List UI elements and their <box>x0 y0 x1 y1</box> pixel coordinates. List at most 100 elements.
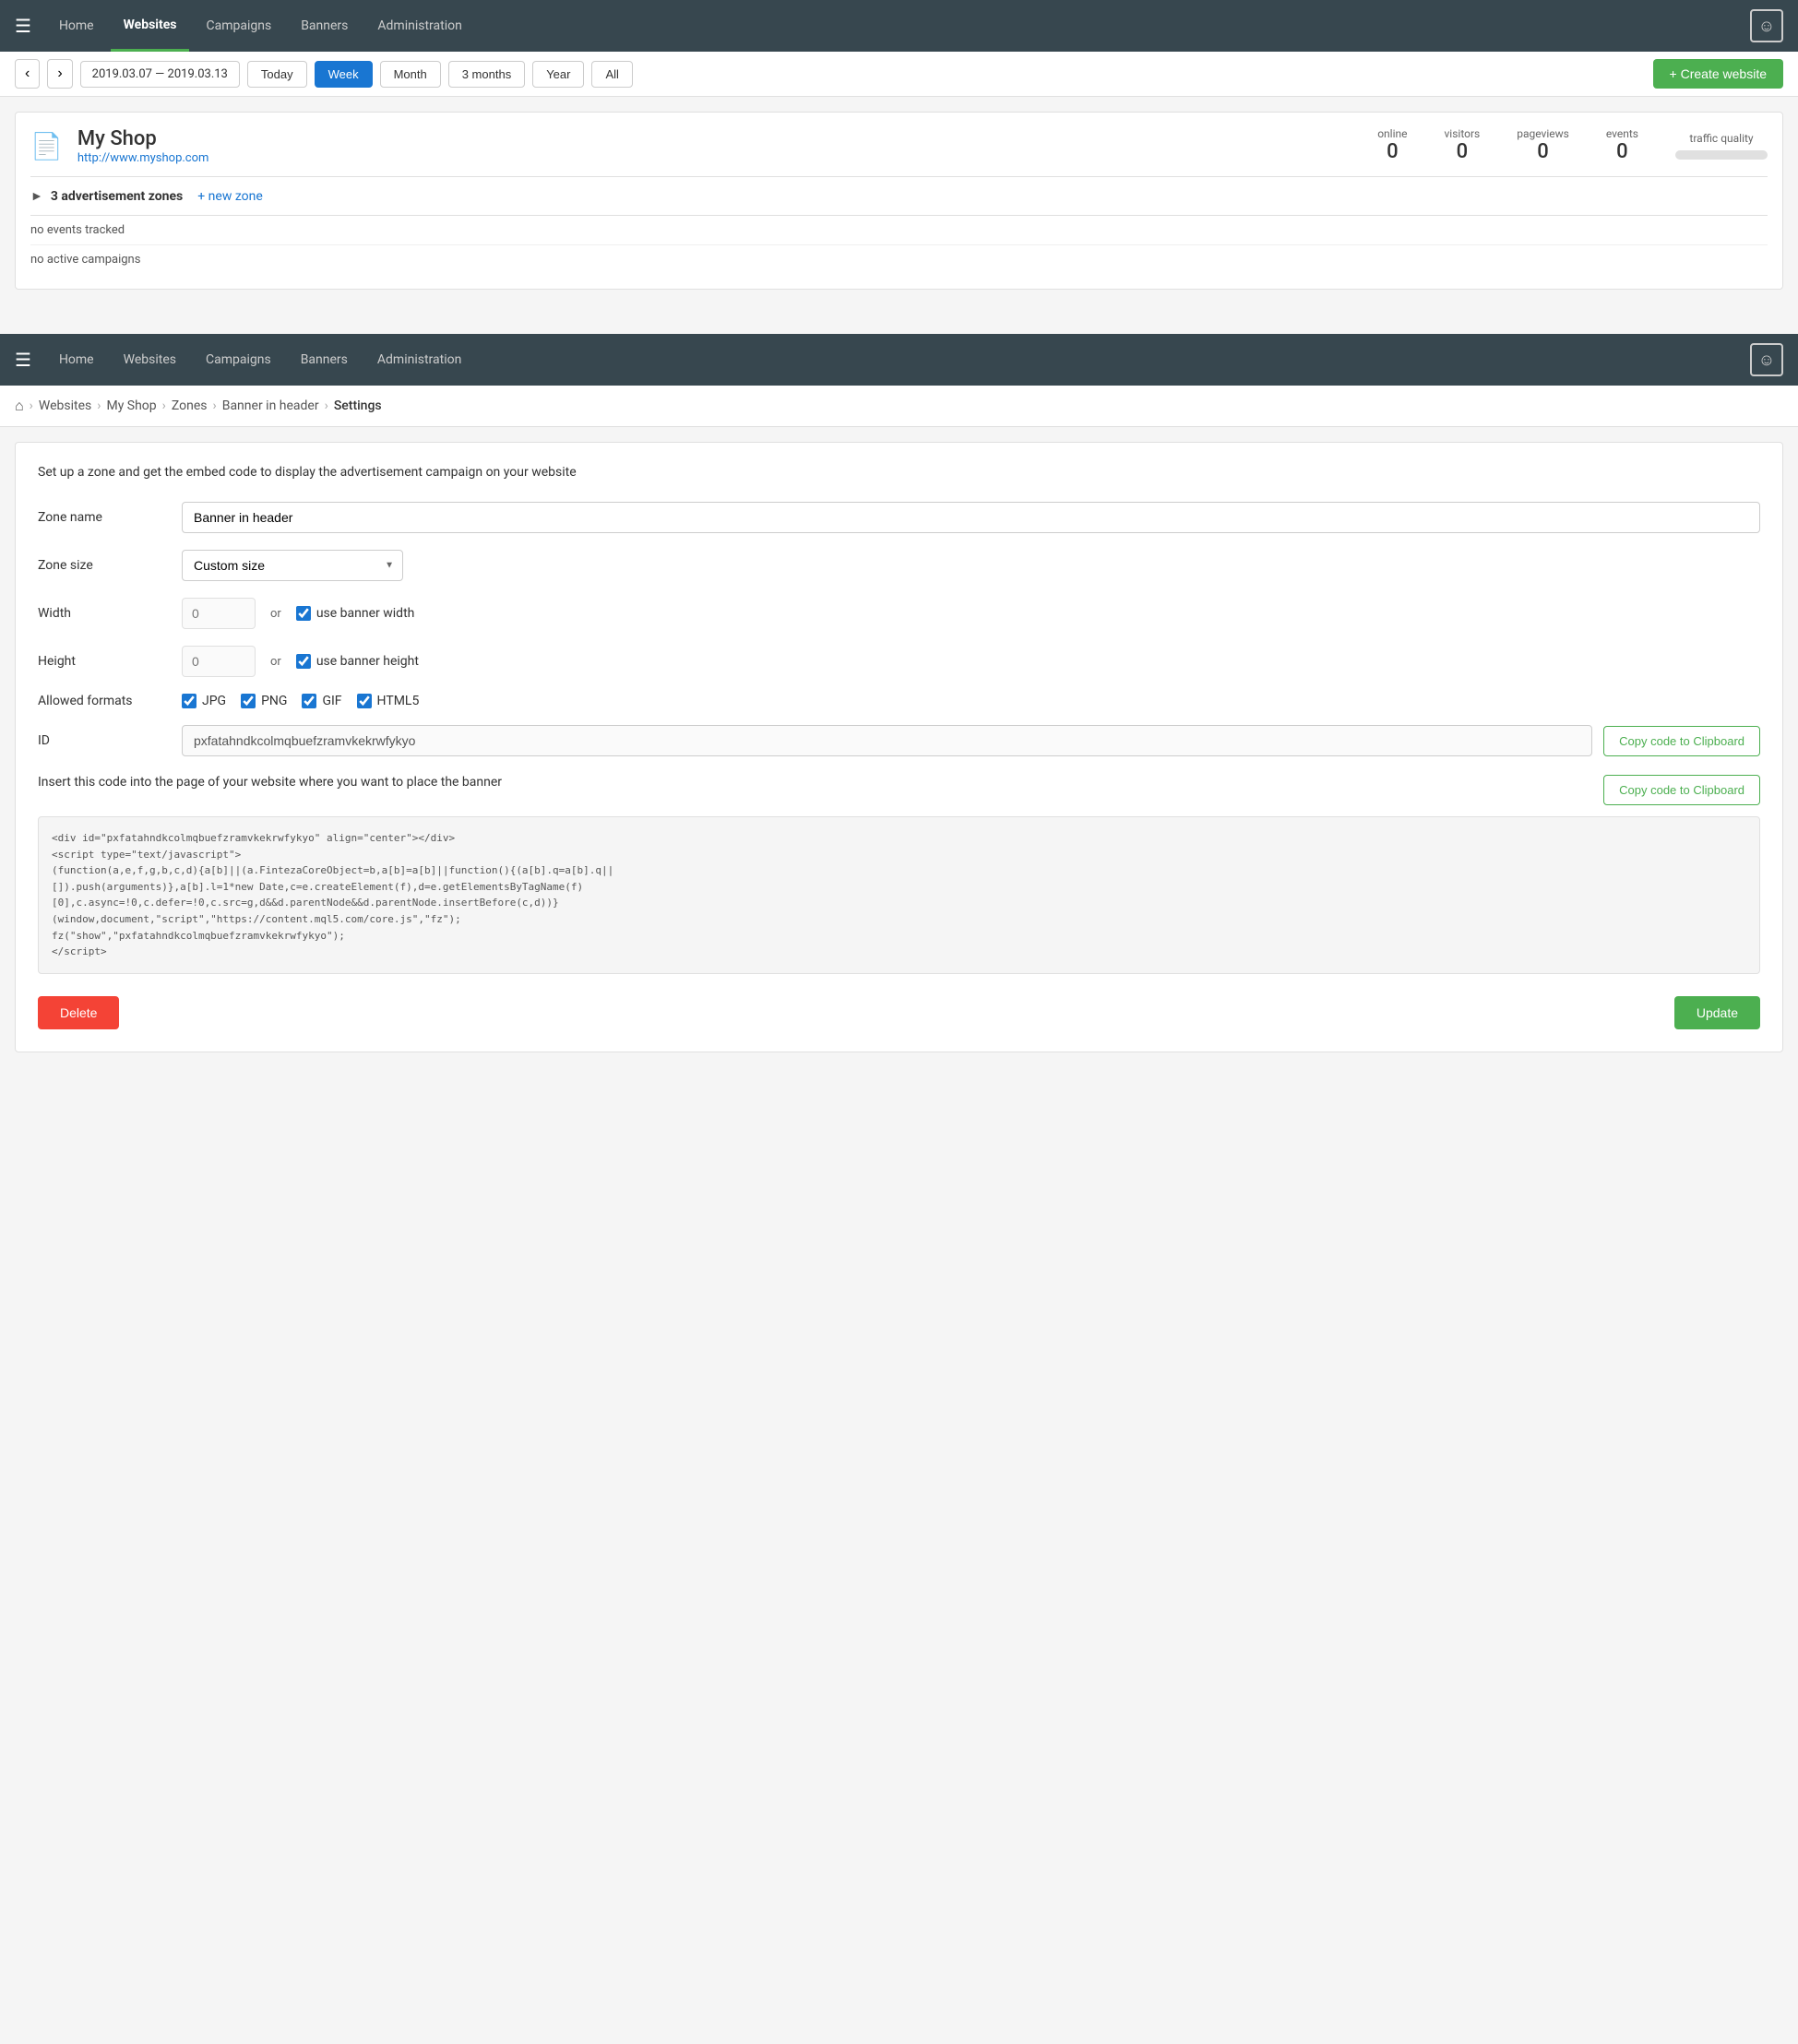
second-nav-links: Home Websites Campaigns Banners Administ… <box>46 336 1750 384</box>
settings-description: Set up a zone and get the embed code to … <box>38 465 1760 480</box>
menu-icon[interactable]: ☰ <box>15 15 31 37</box>
nav-home[interactable]: Home <box>46 2 107 50</box>
three-months-button[interactable]: 3 months <box>448 61 525 88</box>
user-icon[interactable]: ☺ <box>1750 9 1783 42</box>
no-events-row: no events tracked <box>30 216 1768 245</box>
settings-section: ☰ Home Websites Campaigns Banners Admini… <box>0 334 1798 1052</box>
delete-button[interactable]: Delete <box>38 996 119 1029</box>
id-label: ID <box>38 733 167 748</box>
jpg-checkbox[interactable] <box>182 694 196 708</box>
second-nav-websites[interactable]: Websites <box>111 336 189 384</box>
code-header: Insert this code into the page of your w… <box>38 775 1760 805</box>
events-label: events <box>1606 127 1638 140</box>
breadcrumb-websites[interactable]: Websites <box>39 398 91 413</box>
create-website-button[interactable]: + Create website <box>1653 59 1783 89</box>
nav-banners[interactable]: Banners <box>288 2 361 50</box>
sep3: › <box>162 398 166 413</box>
year-button[interactable]: Year <box>532 61 584 88</box>
today-button[interactable]: Today <box>247 61 307 88</box>
second-menu-icon[interactable]: ☰ <box>15 349 31 371</box>
zone-name-label: Zone name <box>38 510 167 525</box>
zone-size-select-wrapper: Custom size Standard size <box>182 550 403 581</box>
breadcrumb-myshop[interactable]: My Shop <box>106 398 156 413</box>
prev-date-button[interactable]: ‹ <box>15 59 40 89</box>
png-checkbox-label[interactable]: PNG <box>241 694 287 708</box>
website-stats: online 0 visitors 0 pageviews 0 events 0… <box>1377 127 1768 163</box>
section-divider <box>0 304 1798 312</box>
or-text-width: or <box>270 607 281 621</box>
no-campaigns-row: no active campaigns <box>30 245 1768 274</box>
second-user-icon[interactable]: ☺ <box>1750 343 1783 376</box>
copy-code-button-2[interactable]: Copy code to Clipboard <box>1603 775 1760 805</box>
visitors-label: visitors <box>1444 127 1480 140</box>
form-actions: Delete Update <box>38 996 1760 1029</box>
second-nav-banners[interactable]: Banners <box>288 336 361 384</box>
top-nav: ☰ Home Websites Campaigns Banners Admini… <box>0 0 1798 52</box>
id-field-row: Copy code to Clipboard <box>182 725 1760 756</box>
zone-name-row: Zone name <box>38 502 1760 533</box>
stat-visitors: visitors 0 <box>1444 127 1480 163</box>
date-range-display: 2019.03.07 — 2019.03.13 <box>80 61 240 88</box>
zone-name-input[interactable] <box>182 502 1760 533</box>
use-banner-height-label: use banner height <box>316 654 419 669</box>
week-button[interactable]: Week <box>315 61 373 88</box>
or-text-height: or <box>270 655 281 669</box>
use-banner-width-label: use banner width <box>316 606 415 621</box>
zone-size-row: Zone size Custom size Standard size <box>38 550 1760 581</box>
visitors-value: 0 <box>1444 140 1480 163</box>
update-button[interactable]: Update <box>1674 996 1760 1029</box>
height-input[interactable] <box>182 646 256 677</box>
gif-label: GIF <box>322 694 341 708</box>
second-nav-administration[interactable]: Administration <box>364 336 474 384</box>
nav-campaigns[interactable]: Campaigns <box>193 2 284 50</box>
stat-traffic: traffic quality <box>1675 132 1768 160</box>
month-button[interactable]: Month <box>380 61 441 88</box>
nav-administration[interactable]: Administration <box>364 2 474 50</box>
gif-checkbox[interactable] <box>302 694 316 708</box>
use-banner-width-checkbox[interactable] <box>296 606 311 621</box>
all-button[interactable]: All <box>591 61 632 88</box>
new-zone-link[interactable]: + new zone <box>197 189 263 204</box>
traffic-bar <box>1675 150 1768 160</box>
second-nav-campaigns[interactable]: Campaigns <box>193 336 284 384</box>
html5-checkbox[interactable] <box>357 694 372 708</box>
id-input <box>182 725 1592 756</box>
online-value: 0 <box>1377 140 1407 163</box>
stat-online: online 0 <box>1377 127 1407 163</box>
home-icon[interactable]: ⌂ <box>15 397 24 415</box>
ad-zones-label: 3 advertisement zones <box>51 189 183 204</box>
use-banner-width-checkbox-label[interactable]: use banner width <box>296 606 415 621</box>
sep2: › <box>97 398 101 413</box>
breadcrumb-current: Settings <box>334 398 382 413</box>
settings-card: Set up a zone and get the embed code to … <box>15 442 1783 1052</box>
html5-label: HTML5 <box>377 694 420 708</box>
copy-code-button-1[interactable]: Copy code to Clipboard <box>1603 726 1760 756</box>
nav-websites[interactable]: Websites <box>111 1 190 52</box>
website-info: My Shop http://www.myshop.com <box>77 127 209 165</box>
gif-checkbox-label[interactable]: GIF <box>302 694 341 708</box>
width-input[interactable] <box>182 598 256 629</box>
height-label: Height <box>38 654 167 669</box>
pageviews-value: 0 <box>1517 140 1569 163</box>
website-url[interactable]: http://www.myshop.com <box>77 151 209 165</box>
html5-checkbox-label[interactable]: HTML5 <box>357 694 420 708</box>
date-bar: ‹ › 2019.03.07 — 2019.03.13 Today Week M… <box>0 52 1798 97</box>
breadcrumb-banner-in-header[interactable]: Banner in header <box>222 398 319 413</box>
jpg-checkbox-label[interactable]: JPG <box>182 694 226 708</box>
breadcrumb-zones[interactable]: Zones <box>172 398 208 413</box>
next-date-button[interactable]: › <box>47 59 72 89</box>
sep1: › <box>30 398 33 413</box>
zone-size-select[interactable]: Custom size Standard size <box>182 550 403 581</box>
use-banner-height-checkbox[interactable] <box>296 654 311 669</box>
use-banner-height-checkbox-label[interactable]: use banner height <box>296 654 419 669</box>
second-nav-home[interactable]: Home <box>46 336 107 384</box>
events-value: 0 <box>1606 140 1638 163</box>
chevron-right-icon[interactable]: ► <box>30 188 43 204</box>
id-row: ID Copy code to Clipboard <box>38 725 1760 756</box>
height-row: Height or use banner height <box>38 646 1760 677</box>
code-section: Insert this code into the page of your w… <box>38 775 1760 974</box>
png-checkbox[interactable] <box>241 694 256 708</box>
website-card: 📄 My Shop http://www.myshop.com online 0… <box>15 112 1783 290</box>
website-header: 📄 My Shop http://www.myshop.com online 0… <box>30 127 1768 177</box>
width-label: Width <box>38 606 167 621</box>
